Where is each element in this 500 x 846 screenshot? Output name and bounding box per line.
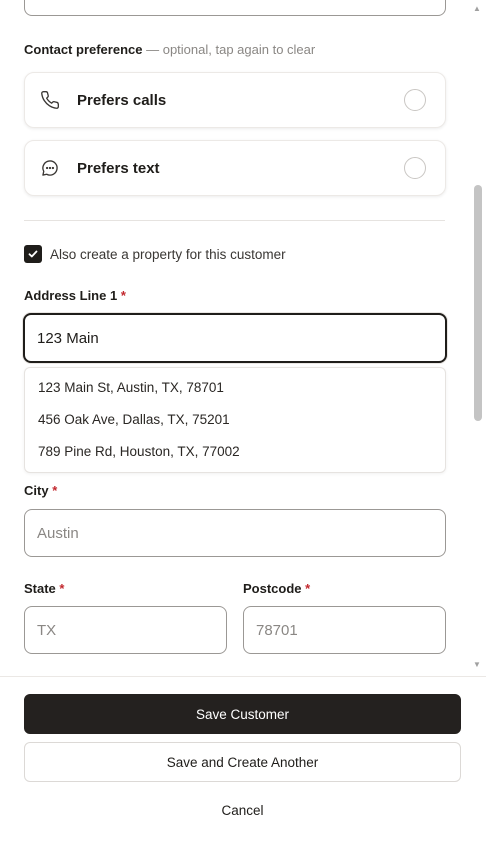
- form-scroll-area[interactable]: Contact preference — optional, tap again…: [0, 0, 472, 676]
- prefers-calls-option[interactable]: Prefers calls: [24, 72, 446, 128]
- prefers-text-radio[interactable]: [404, 157, 426, 179]
- save-customer-button[interactable]: Save Customer: [24, 694, 461, 734]
- address-suggestion[interactable]: 789 Pine Rd, Houston, TX, 77002: [25, 436, 445, 468]
- form-footer: Save Customer Save and Create Another Ca…: [0, 676, 486, 846]
- contact-preference-hint: — optional, tap again to clear: [146, 42, 316, 57]
- scrollbar[interactable]: ▲ ▼: [472, 0, 486, 676]
- state-input[interactable]: [24, 606, 227, 654]
- state-label: State *: [24, 581, 65, 596]
- prefers-text-option[interactable]: Prefers text: [24, 140, 446, 196]
- city-label: City *: [24, 483, 58, 498]
- required-asterisk: *: [59, 581, 65, 596]
- postcode-input[interactable]: [243, 606, 446, 654]
- postcode-label: Postcode *: [243, 581, 311, 596]
- section-divider: [24, 220, 445, 221]
- prefers-calls-label: Prefers calls: [77, 91, 167, 109]
- scroll-down-arrow-icon[interactable]: ▼: [473, 660, 481, 669]
- address-line1-label: Address Line 1 *: [24, 288, 126, 303]
- cancel-button[interactable]: Cancel: [24, 790, 461, 830]
- required-asterisk: *: [120, 288, 126, 303]
- address-suggestion[interactable]: 456 Oak Ave, Dallas, TX, 75201: [25, 404, 445, 436]
- create-property-label: Also create a property for this customer: [50, 246, 286, 262]
- prefers-calls-radio[interactable]: [404, 89, 426, 111]
- prefers-text-label: Prefers text: [77, 159, 160, 177]
- create-property-row[interactable]: Also create a property for this customer: [24, 245, 286, 263]
- contact-preference-label: Contact preference — optional, tap again…: [24, 42, 316, 57]
- scroll-up-arrow-icon[interactable]: ▲: [473, 4, 481, 13]
- required-asterisk: *: [52, 483, 58, 498]
- address-suggestion[interactable]: 123 Main St, Austin, TX, 78701: [25, 372, 445, 404]
- save-and-create-another-button[interactable]: Save and Create Another: [24, 742, 461, 782]
- address-line1-input[interactable]: [23, 313, 447, 363]
- create-property-checkbox[interactable]: [24, 245, 42, 263]
- required-asterisk: *: [305, 581, 311, 596]
- address-suggestions-dropdown: 123 Main St, Austin, TX, 78701 456 Oak A…: [24, 367, 446, 473]
- checkmark-icon: [28, 250, 38, 258]
- previous-input-field[interactable]: [24, 0, 446, 16]
- phone-icon: [40, 90, 60, 110]
- city-input[interactable]: [24, 509, 446, 557]
- scrollbar-thumb[interactable]: [474, 185, 482, 421]
- chat-bubble-icon: [40, 158, 60, 178]
